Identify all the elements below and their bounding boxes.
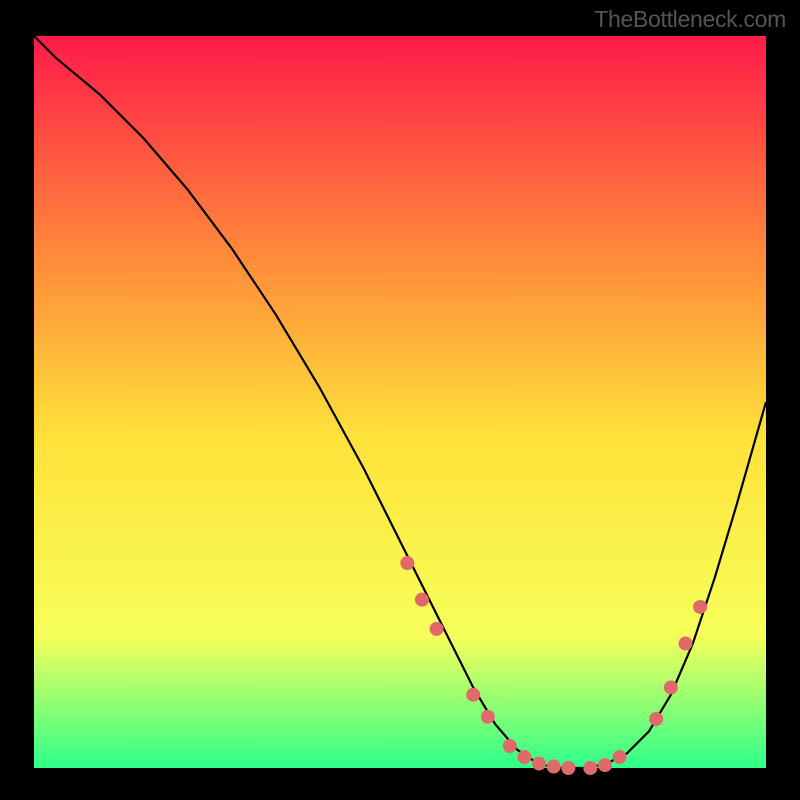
marker-point [664,680,678,694]
marker-point [547,760,561,774]
marker-point [532,757,546,771]
marker-point [561,761,575,775]
marker-point [517,750,531,764]
gradient-background [34,36,766,768]
marker-point [598,758,612,772]
marker-point [649,712,663,726]
marker-point [583,761,597,775]
marker-point [466,688,480,702]
watermark-text: TheBottleneck.com [594,6,786,33]
marker-point [481,710,495,724]
marker-point [400,556,414,570]
chart-svg [0,0,800,800]
chart-canvas: TheBottleneck.com [0,0,800,800]
marker-point [430,622,444,636]
marker-point [693,600,707,614]
marker-point [503,739,517,753]
marker-point [613,750,627,764]
marker-point [415,593,429,607]
marker-point [678,637,692,651]
